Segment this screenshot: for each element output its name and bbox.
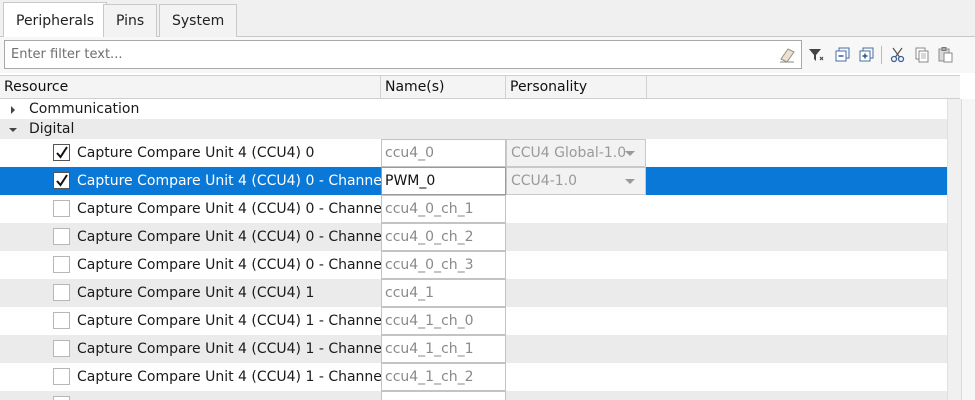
tab-system[interactable]: System [159,4,238,37]
personality-select[interactable]: CCU4 Global-1.0 [506,139,646,167]
chevron-down-icon [625,151,635,156]
resource-label: Capture Compare Unit 4 (CCU4) 1 - Channe… [77,341,400,357]
table-row[interactable]: Capture Compare Unit 4 (CCU4) 1 - Channe… [0,335,947,363]
group-label: Digital [29,121,75,137]
table-row[interactable]: Capture Compare Unit 4 (CCU4) 1 - Channe… [0,307,947,335]
name-field[interactable]: ccu4_0_ch_2 [381,223,506,251]
name-field[interactable]: ccu4_1_ch_1 [381,335,506,363]
resource-label: Capture Compare Unit 4 (CCU4) 1 - Channe… [77,313,400,329]
filter-icon[interactable] [807,46,825,64]
checkbox[interactable] [53,144,70,161]
paste-icon[interactable] [937,46,955,64]
table-row[interactable]: Capture Compare Unit 4 (CCU4) 1 ccu4_1 [0,279,947,307]
collapse-all-icon[interactable] [834,46,852,64]
chevron-down-icon [625,179,635,184]
checkbox[interactable] [53,396,70,400]
tab-pins[interactable]: Pins [103,4,158,37]
name-field[interactable]: ccu4_0_ch_1 [381,195,506,223]
name-field[interactable]: PWM_0 [381,167,506,195]
table-row[interactable]: Capture Compare Unit 4 (CCU4) 1 - Channe… [0,363,947,391]
table-row[interactable] [0,391,947,400]
name-field[interactable]: ccu4_1_ch_2 [381,363,506,391]
table-header: Resource Name(s) Personality [0,75,960,99]
name-field[interactable]: ccu4_0_ch_3 [381,251,506,279]
resource-label: Capture Compare Unit 4 (CCU4) 0 - Channe… [77,173,400,189]
name-field[interactable]: ccu4_1_ch_0 [381,307,506,335]
column-names[interactable]: Name(s) [381,76,506,99]
tab-peripherals[interactable]: Peripherals [3,2,108,38]
personality-select[interactable]: CCU4-1.0 [506,167,646,195]
checkbox[interactable] [53,228,70,245]
toolbar-separator [881,46,882,64]
eraser-icon[interactable] [778,46,796,64]
filter-input[interactable] [4,40,802,69]
resource-label: Capture Compare Unit 4 (CCU4) 1 [77,285,315,301]
resource-label: Capture Compare Unit 4 (CCU4) 0 [77,145,315,161]
resource-label: Capture Compare Unit 4 (CCU4) 1 - Channe… [77,369,400,385]
checkbox[interactable] [53,172,70,189]
expand-all-icon[interactable] [858,46,876,64]
checkbox[interactable] [53,200,70,217]
tree-group-digital[interactable]: Digital [0,119,947,139]
group-label: Communication [29,101,140,117]
checkbox[interactable] [53,284,70,301]
checkbox[interactable] [53,256,70,273]
resource-tree: Communication Digital Capture Compare Un… [0,99,947,400]
column-personality[interactable]: Personality [506,76,647,99]
resource-label: Capture Compare Unit 4 (CCU4) 0 - Channe… [77,201,400,217]
table-row[interactable]: Capture Compare Unit 4 (CCU4) 0 - Channe… [0,195,947,223]
cut-icon[interactable] [889,46,907,64]
name-field[interactable]: ccu4_0 [381,139,506,167]
checkbox[interactable] [53,312,70,329]
personality-value: CCU4-1.0 [511,173,578,189]
resource-label: Capture Compare Unit 4 (CCU4) 0 - Channe… [77,229,400,245]
table-row[interactable]: Capture Compare Unit 4 (CCU4) 0 - Channe… [0,223,947,251]
copy-icon[interactable] [913,46,931,64]
table-row[interactable]: Capture Compare Unit 4 (CCU4) 0 ccu4_0 C… [0,139,947,167]
expand-arrow-icon[interactable] [8,104,18,114]
checkbox[interactable] [53,368,70,385]
personality-value: CCU4 Global-1.0 [511,145,627,161]
table-row[interactable]: Capture Compare Unit 4 (CCU4) 0 - Channe… [0,167,947,195]
filter-toolbar [0,37,975,73]
column-resource[interactable]: Resource [0,76,381,99]
name-field[interactable]: ccu4_1 [381,279,506,307]
scrollbar-thumb[interactable] [961,99,975,400]
tab-bar: Peripherals Pins System [0,0,975,38]
vertical-scrollbar[interactable] [947,99,975,400]
resource-label: Capture Compare Unit 4 (CCU4) 0 - Channe… [77,257,400,273]
table-row[interactable]: Capture Compare Unit 4 (CCU4) 0 - Channe… [0,251,947,279]
checkbox[interactable] [53,340,70,357]
tree-group-communication[interactable]: Communication [0,99,947,119]
name-field[interactable] [381,391,506,400]
collapse-arrow-icon[interactable] [8,124,18,134]
